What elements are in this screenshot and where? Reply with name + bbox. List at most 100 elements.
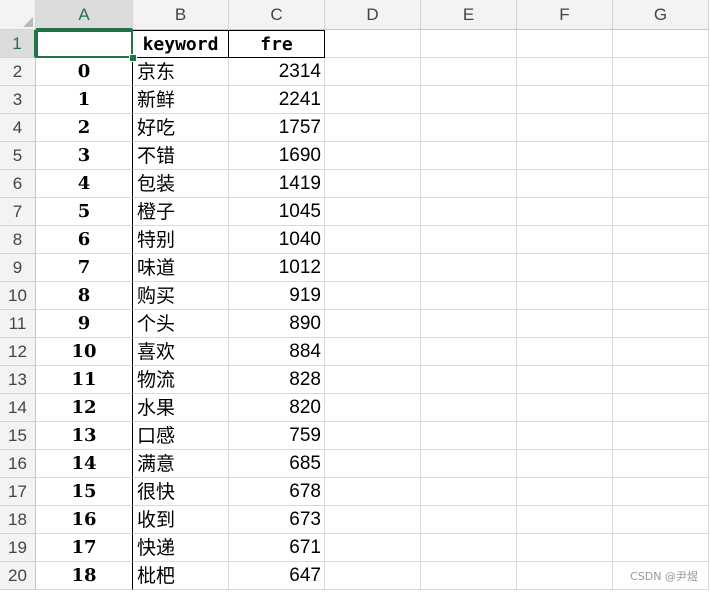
cell-empty[interactable]	[517, 394, 613, 422]
cell-fre[interactable]: 678	[229, 478, 325, 506]
cell-empty[interactable]	[325, 198, 421, 226]
cell-empty[interactable]	[325, 450, 421, 478]
cell-index[interactable]: 15	[36, 478, 133, 506]
cell-empty[interactable]	[613, 142, 709, 170]
column-header-g[interactable]: G	[613, 0, 709, 30]
cell-index[interactable]: 13	[36, 422, 133, 450]
cell-empty[interactable]	[421, 366, 517, 394]
cell-empty[interactable]	[613, 282, 709, 310]
cell-empty[interactable]	[613, 422, 709, 450]
cell-keyword[interactable]: 橙子	[133, 198, 229, 226]
cell-empty[interactable]	[421, 422, 517, 450]
cell-empty[interactable]	[325, 366, 421, 394]
row-header-13[interactable]: 13	[0, 366, 36, 394]
cell-fre[interactable]: 1757	[229, 114, 325, 142]
cell-fre[interactable]: 1045	[229, 198, 325, 226]
cell-index[interactable]: 6	[36, 226, 133, 254]
row-header-8[interactable]: 8	[0, 226, 36, 254]
row-header-5[interactable]: 5	[0, 142, 36, 170]
cell-empty[interactable]	[613, 310, 709, 338]
cell-keyword[interactable]: 好吃	[133, 114, 229, 142]
cell-empty[interactable]	[517, 254, 613, 282]
row-header-3[interactable]: 3	[0, 86, 36, 114]
cell-index[interactable]: 2	[36, 114, 133, 142]
cell-keyword[interactable]: 特别	[133, 226, 229, 254]
cell-index[interactable]: 11	[36, 366, 133, 394]
cell-empty[interactable]	[517, 478, 613, 506]
cell-empty[interactable]	[517, 534, 613, 562]
cell-empty[interactable]	[613, 226, 709, 254]
cell-keyword[interactable]: 购买	[133, 282, 229, 310]
cell-empty[interactable]	[613, 58, 709, 86]
row-header-9[interactable]: 9	[0, 254, 36, 282]
cell-index[interactable]: 7	[36, 254, 133, 282]
row-header-2[interactable]: 2	[0, 58, 36, 86]
cell-empty[interactable]	[325, 338, 421, 366]
cell-empty[interactable]	[613, 198, 709, 226]
cell-fre[interactable]: 2314	[229, 58, 325, 86]
cell-empty[interactable]	[421, 506, 517, 534]
cell-empty[interactable]	[325, 226, 421, 254]
cell-empty[interactable]	[325, 562, 421, 590]
row-header-20[interactable]: 20	[0, 562, 36, 590]
cell-fre[interactable]: 2241	[229, 86, 325, 114]
cell-empty[interactable]	[325, 282, 421, 310]
row-header-10[interactable]: 10	[0, 282, 36, 310]
cell-empty[interactable]	[421, 310, 517, 338]
cell-f1[interactable]	[517, 30, 613, 58]
cell-fre[interactable]: 759	[229, 422, 325, 450]
cell-empty[interactable]	[613, 478, 709, 506]
cell-empty[interactable]	[421, 170, 517, 198]
cell-keyword[interactable]: 个头	[133, 310, 229, 338]
select-all-corner[interactable]	[0, 0, 36, 30]
cell-fre[interactable]: 647	[229, 562, 325, 590]
row-header-18[interactable]: 18	[0, 506, 36, 534]
cell-fre[interactable]: 1419	[229, 170, 325, 198]
cell-empty[interactable]	[517, 142, 613, 170]
cell-empty[interactable]	[325, 86, 421, 114]
cell-empty[interactable]	[325, 58, 421, 86]
cell-g1[interactable]	[613, 30, 709, 58]
cell-fre[interactable]: 685	[229, 450, 325, 478]
cell-index[interactable]: 10	[36, 338, 133, 366]
cell-empty[interactable]	[517, 562, 613, 590]
row-header-6[interactable]: 6	[0, 170, 36, 198]
cell-empty[interactable]	[421, 198, 517, 226]
cell-index[interactable]: 5	[36, 198, 133, 226]
cell-empty[interactable]	[325, 114, 421, 142]
cell-fre[interactable]: 919	[229, 282, 325, 310]
cell-empty[interactable]	[421, 394, 517, 422]
cell-empty[interactable]	[421, 114, 517, 142]
cell-empty[interactable]	[517, 338, 613, 366]
cell-empty[interactable]	[517, 58, 613, 86]
cell-empty[interactable]	[325, 478, 421, 506]
cell-empty[interactable]	[517, 366, 613, 394]
column-header-d[interactable]: D	[325, 0, 421, 30]
cell-empty[interactable]	[325, 170, 421, 198]
row-header-7[interactable]: 7	[0, 198, 36, 226]
cell-keyword[interactable]: 新鲜	[133, 86, 229, 114]
column-header-f[interactable]: F	[517, 0, 613, 30]
cell-keyword[interactable]: 很快	[133, 478, 229, 506]
cell-empty[interactable]	[613, 114, 709, 142]
column-header-a[interactable]: A	[36, 0, 133, 30]
cell-empty[interactable]	[517, 422, 613, 450]
cell-keyword[interactable]: 枇杷	[133, 562, 229, 590]
cell-empty[interactable]	[517, 310, 613, 338]
cell-index[interactable]: 17	[36, 534, 133, 562]
cell-index[interactable]: 12	[36, 394, 133, 422]
cell-empty[interactable]	[517, 86, 613, 114]
fill-handle[interactable]	[129, 54, 137, 62]
cell-index[interactable]: 14	[36, 450, 133, 478]
cell-empty[interactable]	[421, 254, 517, 282]
cell-index[interactable]: 18	[36, 562, 133, 590]
row-header-19[interactable]: 19	[0, 534, 36, 562]
cell-empty[interactable]	[613, 170, 709, 198]
column-header-b[interactable]: B	[133, 0, 229, 30]
cell-fre[interactable]: 1690	[229, 142, 325, 170]
cell-fre[interactable]: 1012	[229, 254, 325, 282]
cell-index[interactable]: 8	[36, 282, 133, 310]
cell-b1-keyword-header[interactable]: keyword	[133, 30, 229, 58]
cell-empty[interactable]	[325, 534, 421, 562]
cell-empty[interactable]	[325, 506, 421, 534]
